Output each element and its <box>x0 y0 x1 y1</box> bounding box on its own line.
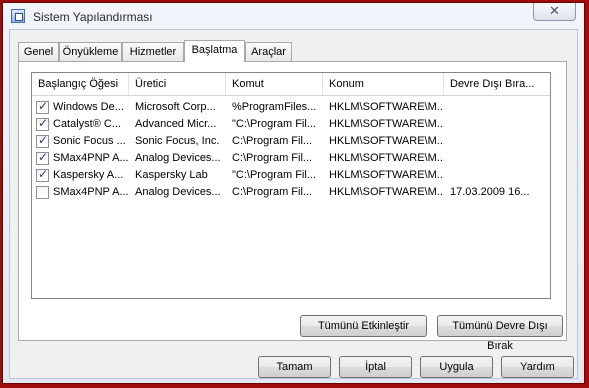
msconfig-app-icon <box>11 9 25 23</box>
startup-item-date-disabled <box>444 150 550 167</box>
startup-item-name: Sonic Focus ... <box>53 135 126 147</box>
startup-tab-panel: Başlangıç Öğesi Üretici Komut Konum Devr… <box>18 61 567 352</box>
apply-button[interactable]: Uygula <box>420 356 493 378</box>
column-header-date-disabled[interactable]: Devre Dışı Bıra... <box>444 73 550 95</box>
tab-araclar[interactable]: Araçlar <box>245 42 292 61</box>
close-icon: ✕ <box>549 3 560 18</box>
startup-item-manufacturer: Microsoft Corp... <box>135 101 216 113</box>
list-item[interactable]: Kaspersky A... Kaspersky Lab "C:\Program… <box>32 167 550 184</box>
system-configuration-window: Sistem Yapılandırması ✕ Genel Önyükleme … <box>2 2 585 384</box>
startup-items-list[interactable]: Başlangıç Öğesi Üretici Komut Konum Devr… <box>31 72 551 299</box>
startup-item-location: HKLM\SOFTWARE\M... <box>329 169 444 181</box>
ok-button[interactable]: Tamam <box>258 356 331 378</box>
startup-item-command: "C:\Program Fil... <box>232 169 316 181</box>
cancel-button[interactable]: İptal <box>339 356 412 378</box>
startup-item-manufacturer: Kaspersky Lab <box>135 169 208 181</box>
startup-item-date-disabled <box>444 99 550 116</box>
column-header-startup-item[interactable]: Başlangıç Öğesi <box>32 73 129 95</box>
startup-item-manufacturer: Analog Devices... <box>135 186 221 198</box>
startup-item-location: HKLM\SOFTWARE\M... <box>329 118 444 130</box>
title-bar[interactable]: Sistem Yapılandırması ✕ <box>3 3 584 31</box>
startup-item-command: C:\Program Fil... <box>232 152 313 164</box>
tab-baslatma[interactable]: Başlatma <box>184 40 245 62</box>
list-item[interactable]: Windows De... Microsoft Corp... %Program… <box>32 99 550 116</box>
column-header-command[interactable]: Komut <box>226 73 323 95</box>
dialog-client-area: Genel Önyükleme Hizmetler Başlatma Araçl… <box>9 29 578 379</box>
list-item[interactable]: Sonic Focus ... Sonic Focus, Inc. C:\Pro… <box>32 133 550 150</box>
close-button[interactable]: ✕ <box>533 3 576 21</box>
tab-hizmetler[interactable]: Hizmetler <box>122 42 184 61</box>
startup-item-date-disabled <box>444 167 550 184</box>
startup-item-name: Windows De... <box>53 101 124 113</box>
tab-onyukleme[interactable]: Önyükleme <box>59 42 122 61</box>
startup-item-location: HKLM\SOFTWARE\M... <box>329 101 444 113</box>
startup-item-name: SMax4PNP A... <box>53 186 129 198</box>
disable-all-button[interactable]: Tümünü Devre Dışı Bırak <box>437 315 563 352</box>
startup-item-command: C:\Program Fil... <box>232 135 313 147</box>
startup-item-location: HKLM\SOFTWARE\M... <box>329 135 444 147</box>
startup-item-date-disabled: 17.03.2009 16... <box>450 186 530 198</box>
list-item[interactable]: Catalyst® C... Advanced Micr... "C:\Prog… <box>32 116 550 133</box>
startup-item-manufacturer: Analog Devices... <box>135 152 221 164</box>
startup-item-command: %ProgramFiles... <box>232 101 317 113</box>
startup-item-location: HKLM\SOFTWARE\M... <box>329 152 444 164</box>
startup-item-name: Catalyst® C... <box>53 118 122 130</box>
column-header-manufacturer[interactable]: Üretici <box>129 73 226 95</box>
enable-all-button[interactable]: Tümünü Etkinleştir <box>300 315 427 337</box>
startup-item-manufacturer: Advanced Micr... <box>135 118 217 130</box>
startup-item-name: Kaspersky A... <box>53 169 124 181</box>
startup-item-manufacturer: Sonic Focus, Inc. <box>135 135 220 147</box>
window-title: Sistem Yapılandırması <box>33 10 153 24</box>
tab-genel[interactable]: Genel <box>18 42 59 61</box>
startup-item-name: SMax4PNP A... <box>53 152 129 164</box>
startup-item-location: HKLM\SOFTWARE\M... <box>329 186 444 198</box>
list-item[interactable]: SMax4PNP A... Analog Devices... C:\Progr… <box>32 150 550 167</box>
startup-item-date-disabled <box>444 133 550 150</box>
startup-item-command: C:\Program Fil... <box>232 186 313 198</box>
list-header: Başlangıç Öğesi Üretici Komut Konum Devr… <box>32 73 550 96</box>
startup-item-date-disabled <box>444 116 550 133</box>
list-item[interactable]: SMax4PNP A... Analog Devices... C:\Progr… <box>32 184 550 201</box>
help-button[interactable]: Yardım <box>501 356 574 378</box>
column-header-location[interactable]: Konum <box>323 73 444 95</box>
startup-item-command: "C:\Program Fil... <box>232 118 316 130</box>
